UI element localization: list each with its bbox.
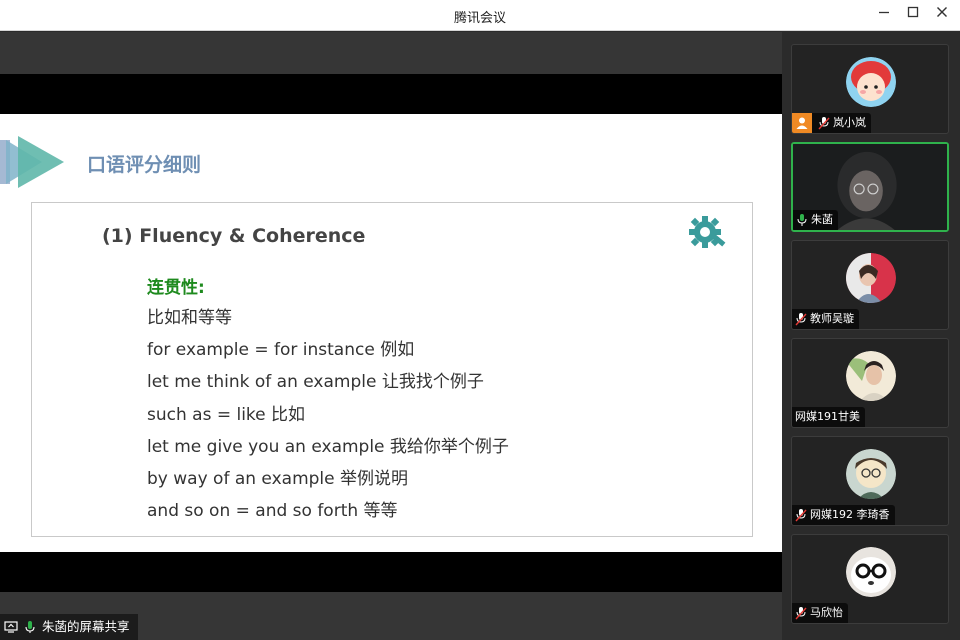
presentation-slide: 口语评分细则 (1) Fluency & Coherence 连贯性: 比如和等… — [0, 114, 782, 552]
avatar — [846, 547, 896, 597]
participant-tile[interactable]: 网媒191甘美 — [791, 338, 949, 428]
maximize-icon[interactable] — [901, 4, 925, 26]
participant-name: 教师吴璇 — [810, 312, 854, 325]
participant-name-bar: 网媒191甘美 — [792, 407, 865, 427]
play-triangles-icon — [0, 136, 64, 188]
participant-name: 岚小岚 — [833, 116, 866, 129]
participant-name-bar: 朱菡 — [793, 210, 838, 230]
participant-name-bar: 网媒192 李琦香 — [792, 505, 895, 525]
coherence-label: 连贯性: — [147, 278, 205, 298]
gear-wrench-icon — [689, 216, 726, 248]
minimize-icon[interactable] — [872, 4, 896, 26]
screen-share-label: 朱菡的屏幕共享 — [42, 619, 130, 634]
participant-name-bar: 教师吴璇 — [792, 309, 859, 329]
section-title: (1) Fluency & Coherence — [102, 225, 366, 247]
participant-name: 朱菡 — [811, 213, 833, 226]
participant-name-bar: 马欣怡 — [792, 603, 848, 623]
shared-screen: 口语评分细则 (1) Fluency & Coherence 连贯性: 比如和等… — [0, 32, 782, 640]
phrase-list: 比如和等等 for example = for instance 例如 let … — [147, 303, 509, 528]
participant-tile[interactable]: 马欣怡 — [791, 534, 949, 624]
microphone-muted-icon — [795, 509, 807, 522]
microphone-muted-icon — [795, 313, 807, 326]
window-title: 腾讯会议 — [453, 11, 506, 26]
list-item: by way of an example 举例说明 — [147, 468, 409, 489]
microphone-icon — [797, 214, 807, 226]
avatar — [846, 449, 896, 499]
close-icon[interactable] — [930, 4, 954, 26]
avatar — [846, 351, 896, 401]
list-item: 比如和等等 — [147, 308, 232, 328]
participant-tile-active[interactable]: 朱菡 — [791, 142, 949, 232]
list-item: such as = like 比如 — [147, 404, 306, 425]
participant-tile[interactable]: 网媒192 李琦香 — [791, 436, 949, 526]
microphone-muted-icon — [795, 607, 807, 620]
slide-heading: 口语评分细则 — [87, 154, 202, 176]
participant-name: 马欣怡 — [810, 606, 843, 619]
avatar — [846, 253, 896, 303]
title-bar: 腾讯会议 — [0, 0, 960, 31]
list-item: for example = for instance 例如 — [147, 340, 415, 361]
letterbox-bottom — [0, 552, 782, 592]
participant-name-bar: 岚小岚 — [792, 113, 871, 133]
participant-name: 网媒191甘美 — [795, 410, 860, 423]
microphone-icon — [25, 621, 35, 633]
participant-tile[interactable]: 教师吴璇 — [791, 240, 949, 330]
microphone-muted-icon — [818, 117, 830, 130]
participant-panel: 岚小岚 朱菡 教师吴璇 网媒191甘美 网媒192 李琦香 马欣怡 — [782, 32, 960, 640]
screen-share-status[interactable]: 朱菡的屏幕共享 — [0, 614, 138, 640]
letterbox-top — [0, 74, 782, 114]
list-item: let me give you an example 我给你举个例子 — [147, 436, 509, 457]
participant-name: 网媒192 李琦香 — [810, 508, 890, 521]
screen-share-icon — [4, 621, 18, 633]
host-user-icon — [792, 113, 812, 133]
list-item: let me think of an example 让我找个例子 — [147, 372, 484, 393]
participant-tile[interactable]: 岚小岚 — [791, 44, 949, 134]
list-item: and so on = and so forth 等等 — [147, 501, 398, 522]
avatar — [846, 57, 896, 107]
content-box: (1) Fluency & Coherence 连贯性: 比如和等等 for e… — [31, 202, 753, 537]
